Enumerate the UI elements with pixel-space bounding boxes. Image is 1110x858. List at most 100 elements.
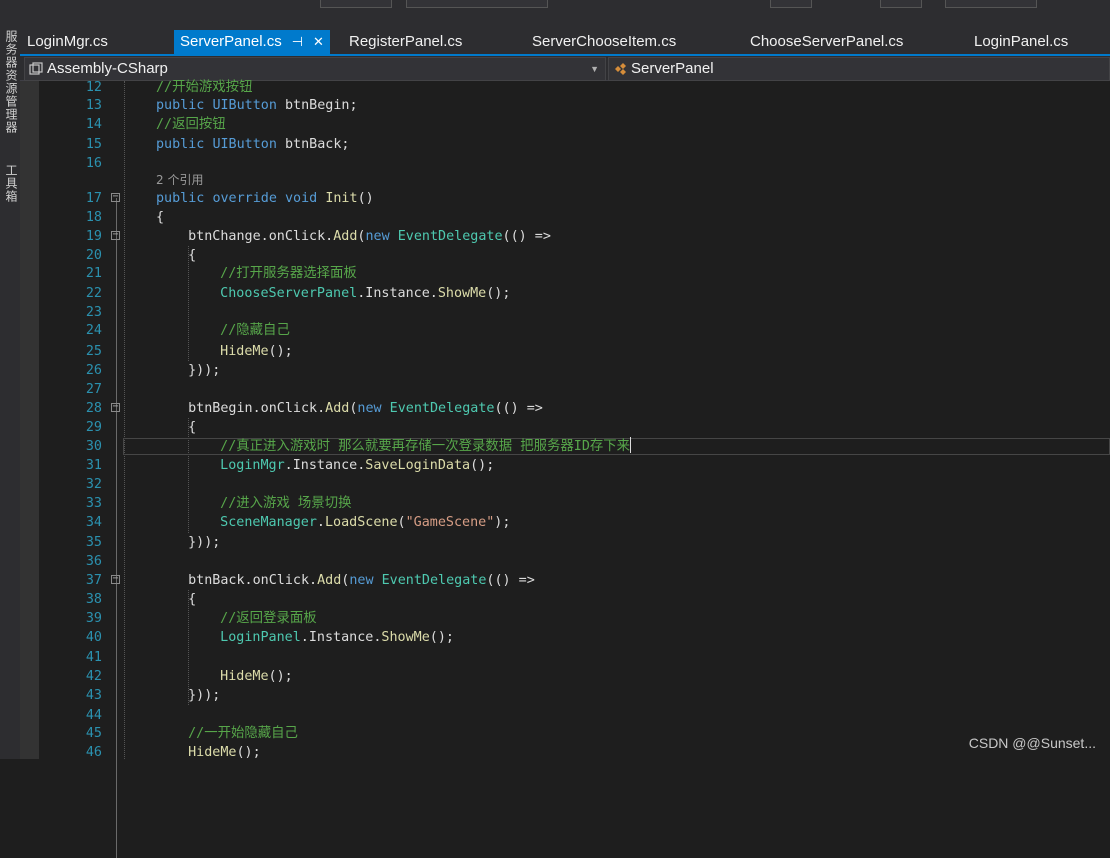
code-token: "GameScene" [405,515,495,530]
code-token: SaveLoginData [365,458,471,473]
code-token: btnBack.onClick. [188,573,318,588]
code-line[interactable]: 31 LoginMgr.Instance.SaveLoginData(); [20,456,1110,475]
code-line[interactable]: 37− btnBack.onClick.Add(new EventDelegate… [20,571,1110,590]
tab-label: LoginPanel.cs [974,33,1069,50]
code-token: (); [429,630,454,645]
line-number: 28 [85,401,102,416]
toolbar-control[interactable] [770,0,812,8]
code-token: //隐藏自己 [220,323,290,338]
reference-count[interactable]: 2 个引用 [156,171,203,190]
side-dock-item[interactable]: 服务器资源管理器 [3,30,20,134]
code-line[interactable]: 44 [20,706,1110,725]
code-line[interactable]: 30 //真正进入游戏时 那么就要再存储一次登录数据 把服务器ID存下来 [20,437,1110,456]
code-line[interactable]: 15 public UIButton btnBack; [20,135,1110,154]
code-line[interactable]: 39 //返回登录面板 [20,609,1110,628]
code-line[interactable]: 38 { [20,590,1110,609]
code-text: btnBack.onClick.Add(new EventDelegate(()… [188,571,535,590]
code-line[interactable]: 20 { [20,246,1110,265]
pin-icon[interactable]: ⊣ [292,30,303,54]
code-line[interactable]: 25 HideMe(); [20,342,1110,361]
code-token: (() => [494,401,543,416]
code-line[interactable]: 17− public override void Init() [20,189,1110,208]
code-editor[interactable]: 2 个引用 12 //开始游戏按钮 13 public UIButton btnBegi… [20,78,1110,858]
code-lens[interactable]: 2 个引用 [20,171,1110,190]
code-token: //开始游戏按钮 [156,80,253,95]
code-token: UIButton [212,98,277,113]
line-number: 41 [85,650,102,665]
code-line[interactable]: 22 ChooseServerPanel.Instance.ShowMe(); [20,284,1110,303]
code-token: { [188,420,197,435]
code-line[interactable]: 19− btnChange.onClick.Add(new EventDelega… [20,227,1110,246]
line-number: 29 [85,420,102,435]
code-token: .Instance. [357,286,438,301]
code-token: Add [317,573,342,588]
code-line[interactable]: 34 SceneManager.LoadScene("GameScene"); [20,513,1110,532]
code-text: //返回登录面板 [220,609,316,628]
code-token: (() => [486,573,535,588]
close-icon[interactable]: ✕ [313,30,324,54]
code-token: HideMe [220,344,269,359]
line-number: 46 [85,745,102,760]
code-line[interactable]: 33 //进入游戏 场景切换 [20,494,1110,513]
tab[interactable]: LoginMgr.cs [27,30,108,54]
watermark: CSDN @@Sunset... [968,735,1096,751]
code-token: () [357,191,374,206]
code-token: { [188,592,197,607]
line-number: 45 [85,726,102,741]
code-token: //打开服务器选择面板 [220,266,357,281]
line-number: 12 [85,80,102,95]
code-line[interactable]: 14 //返回按钮 [20,115,1110,134]
collapse-toggle-icon[interactable]: − [111,402,120,412]
collapse-toggle-icon[interactable]: − [111,230,120,240]
code-text: //隐藏自己 [220,321,290,340]
member-name: ServerPanel [631,60,714,77]
code-line[interactable]: 45 //一开始隐藏自己 [20,724,1110,743]
side-dock-item[interactable]: 工具箱 [3,164,20,203]
code-line[interactable]: 21 //打开服务器选择面板 [20,264,1110,283]
code-line[interactable]: 36 [20,552,1110,571]
code-line[interactable]: 43})); [20,686,1110,705]
collapse-toggle-icon[interactable]: − [111,574,120,584]
tab-label: RegisterPanel.cs [349,33,463,50]
code-line[interactable]: 26})); [20,361,1110,380]
code-line[interactable]: 32 [20,475,1110,494]
toolbar [0,0,1110,8]
toolbar-control[interactable] [320,0,392,8]
code-line[interactable]: 40 LoginPanel.Instance.ShowMe(); [20,628,1110,647]
toolbar-control[interactable] [406,0,548,8]
tab[interactable]: LoginPanel.cs [974,30,1068,54]
code-token: SceneManager [220,515,317,530]
tab[interactable]: RegisterPanel.cs [349,30,462,54]
code-line[interactable]: 46 HideMe(); [20,743,1110,762]
code-token: HideMe [188,745,237,760]
tab-active[interactable]: ServerPanel.cs ⊣ ✕ [174,30,330,54]
code-token: })); [188,688,221,703]
tab[interactable]: ServerChooseItem.cs [532,30,676,54]
toolbar-control[interactable] [945,0,1037,8]
code-line[interactable]: 13 public UIButton btnBegin; [20,96,1110,115]
line-number: 43 [85,688,102,703]
code-line[interactable]: 29 { [20,418,1110,437]
code-line[interactable]: 41 [20,648,1110,667]
line-number: 18 [85,210,102,225]
tab[interactable]: ChooseServerPanel.cs [750,30,903,54]
line-number: 44 [85,708,102,723]
line-number: 33 [85,496,102,511]
code-token: //返回按钮 [156,117,226,132]
collapse-toggle-icon[interactable]: − [111,192,120,202]
code-line[interactable]: 24 //隐藏自己 [20,321,1110,340]
code-line[interactable]: 23 [20,303,1110,322]
code-line[interactable]: 42 HideMe(); [20,667,1110,686]
code-line[interactable]: 16 [20,154,1110,173]
toolbar-control[interactable] [880,0,922,8]
code-line[interactable]: 27 [20,380,1110,399]
code-token: (); [268,669,293,684]
code-text: //开始游戏按钮 [156,78,252,97]
line-number: 17 [85,191,102,206]
code-token: EventDelegate [381,573,487,588]
code-line[interactable]: 18 { [20,208,1110,227]
code-token: Add [325,401,350,416]
code-line[interactable]: 35})); [20,533,1110,552]
code-line[interactable]: 12 //开始游戏按钮 [20,78,1110,97]
code-line[interactable]: 28− btnBegin.onClick.Add(new EventDelegat… [20,399,1110,418]
